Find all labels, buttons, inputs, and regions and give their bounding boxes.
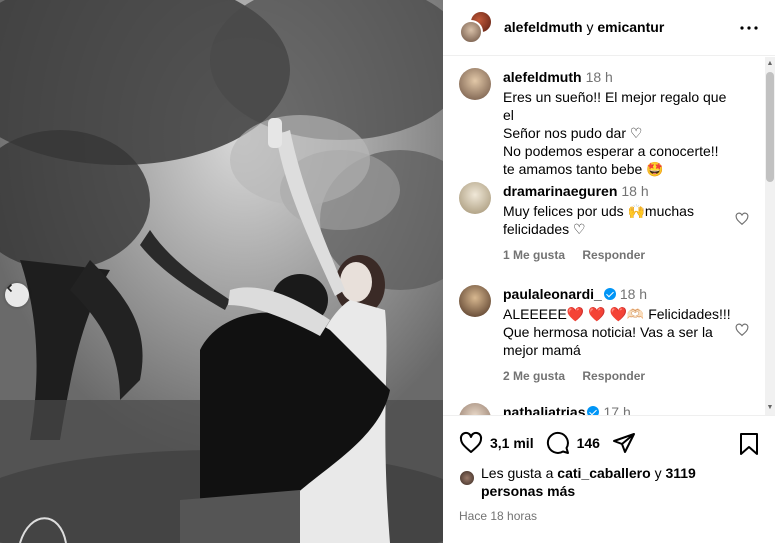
- comment-line: Muy felices por uds 🙌muchas: [503, 203, 694, 219]
- scrollbar-thumb[interactable]: [766, 72, 774, 182]
- comment-line: ALEEEEE❤️ ❤️ ❤️🫶🏻 Felicidades!!!: [503, 306, 731, 322]
- comment-likes-link[interactable]: 2 Me gusta: [503, 369, 565, 383]
- heart-icon[interactable]: [735, 212, 749, 226]
- comment-time[interactable]: 17 h: [603, 404, 630, 415]
- heart-icon[interactable]: [735, 323, 749, 337]
- comment-text: ALEEEEE❤️ ❤️ ❤️🫶🏻 Felicidades!!! Que her…: [503, 305, 733, 359]
- likes-text: Les gusta a cati_caballero y 3119 person…: [481, 464, 751, 500]
- avatar[interactable]: [459, 285, 491, 317]
- avatar[interactable]: [459, 68, 491, 100]
- bookmark-icon[interactable]: [738, 432, 760, 456]
- comment-username[interactable]: paulaleonardi_: [503, 286, 602, 302]
- comment-line: mejor mamá: [503, 342, 581, 358]
- comment-line: Que hermosa noticia! Vas a ser la: [503, 324, 713, 340]
- scroll-up-icon[interactable]: ▲: [766, 59, 774, 69]
- post-timestamp[interactable]: Hace 18 horas: [459, 509, 537, 523]
- comment-line: Señor nos pudo dar ♡: [503, 125, 643, 141]
- avatar[interactable]: [459, 403, 491, 415]
- more-horizontal-icon: [740, 17, 758, 35]
- avatar[interactable]: [459, 470, 475, 486]
- comment-time[interactable]: 18 h: [620, 286, 647, 302]
- author-username[interactable]: emicantur: [597, 19, 664, 35]
- comment-text: Muy felices por uds 🙌muchas felicidades …: [503, 202, 733, 238]
- verified-badge-icon: [603, 288, 616, 300]
- post-authors: alefeldmuth y emicantur: [504, 19, 664, 35]
- post-photo[interactable]: [0, 0, 443, 543]
- comment-username[interactable]: dramarinaeguren: [503, 183, 617, 199]
- comment-count[interactable]: 146: [577, 435, 600, 451]
- author-username[interactable]: alefeldmuth: [504, 19, 583, 35]
- comment-username[interactable]: alefeldmuth: [503, 69, 582, 85]
- comment-likes-link[interactable]: 1 Me gusta: [503, 248, 565, 262]
- previous-photo-button[interactable]: [5, 283, 29, 307]
- comments-scrollbar[interactable]: ▲ ▼: [765, 57, 775, 415]
- comment-actions: 1 Me gusta Responder: [503, 246, 733, 264]
- more-options-button[interactable]: [739, 16, 759, 36]
- avatar[interactable]: [459, 20, 483, 44]
- comment-line: No podemos esperar a conocerte!!: [503, 143, 719, 159]
- comment-line: te amamos tanto bebe 🤩: [503, 161, 664, 177]
- comment-time[interactable]: 18 h: [586, 69, 613, 85]
- heart-icon[interactable]: [459, 431, 483, 455]
- post-header: alefeldmuth y emicantur: [443, 0, 775, 56]
- comment-line: Eres un sueño!! El mejor regalo que el: [503, 89, 727, 123]
- post-actions: 3,1 mil 146 Les gusta a cati_caballero y…: [443, 415, 775, 543]
- comment-time[interactable]: 18 h: [621, 183, 648, 199]
- likes-prefix: Les gusta a: [481, 465, 554, 481]
- reply-button[interactable]: Responder: [582, 248, 645, 262]
- comment-body: paulaleonardi_ 18 h ALEEEEE❤️ ❤️ ❤️🫶🏻 Fel…: [503, 285, 733, 385]
- post-side-panel: alefeldmuth y emicantur alefeldmuth 18 h …: [443, 0, 775, 543]
- comment-username[interactable]: nathaliatrias: [503, 404, 585, 415]
- comment-body: nathaliatrias 17 h: [503, 403, 733, 415]
- liker-username[interactable]: cati_caballero: [557, 465, 650, 481]
- comment-text: Eres un sueño!! El mejor regalo que el S…: [503, 88, 733, 178]
- collab-avatars[interactable]: [459, 10, 493, 44]
- photo-illustration: [0, 0, 443, 543]
- author-connector: y: [586, 19, 594, 35]
- comment-body: dramarinaeguren 18 h Muy felices por uds …: [503, 182, 733, 264]
- reply-button[interactable]: Responder: [582, 369, 645, 383]
- avatar[interactable]: [459, 182, 491, 214]
- likes-connector: y: [654, 465, 662, 481]
- comment-icon[interactable]: [546, 431, 570, 455]
- comment-body: alefeldmuth 18 h Eres un sueño!! El mejor…: [503, 68, 733, 178]
- comment-actions: 2 Me gusta Responder: [503, 367, 733, 385]
- like-count[interactable]: 3,1 mil: [490, 435, 534, 451]
- action-row: 3,1 mil 146: [459, 430, 636, 456]
- comment-line: felicidades ♡: [503, 221, 586, 237]
- scroll-down-icon[interactable]: ▼: [766, 403, 774, 413]
- send-icon[interactable]: [612, 431, 636, 455]
- verified-badge-icon: [587, 406, 600, 415]
- comments-list: alefeldmuth 18 h Eres un sueño!! El mejor…: [443, 57, 765, 415]
